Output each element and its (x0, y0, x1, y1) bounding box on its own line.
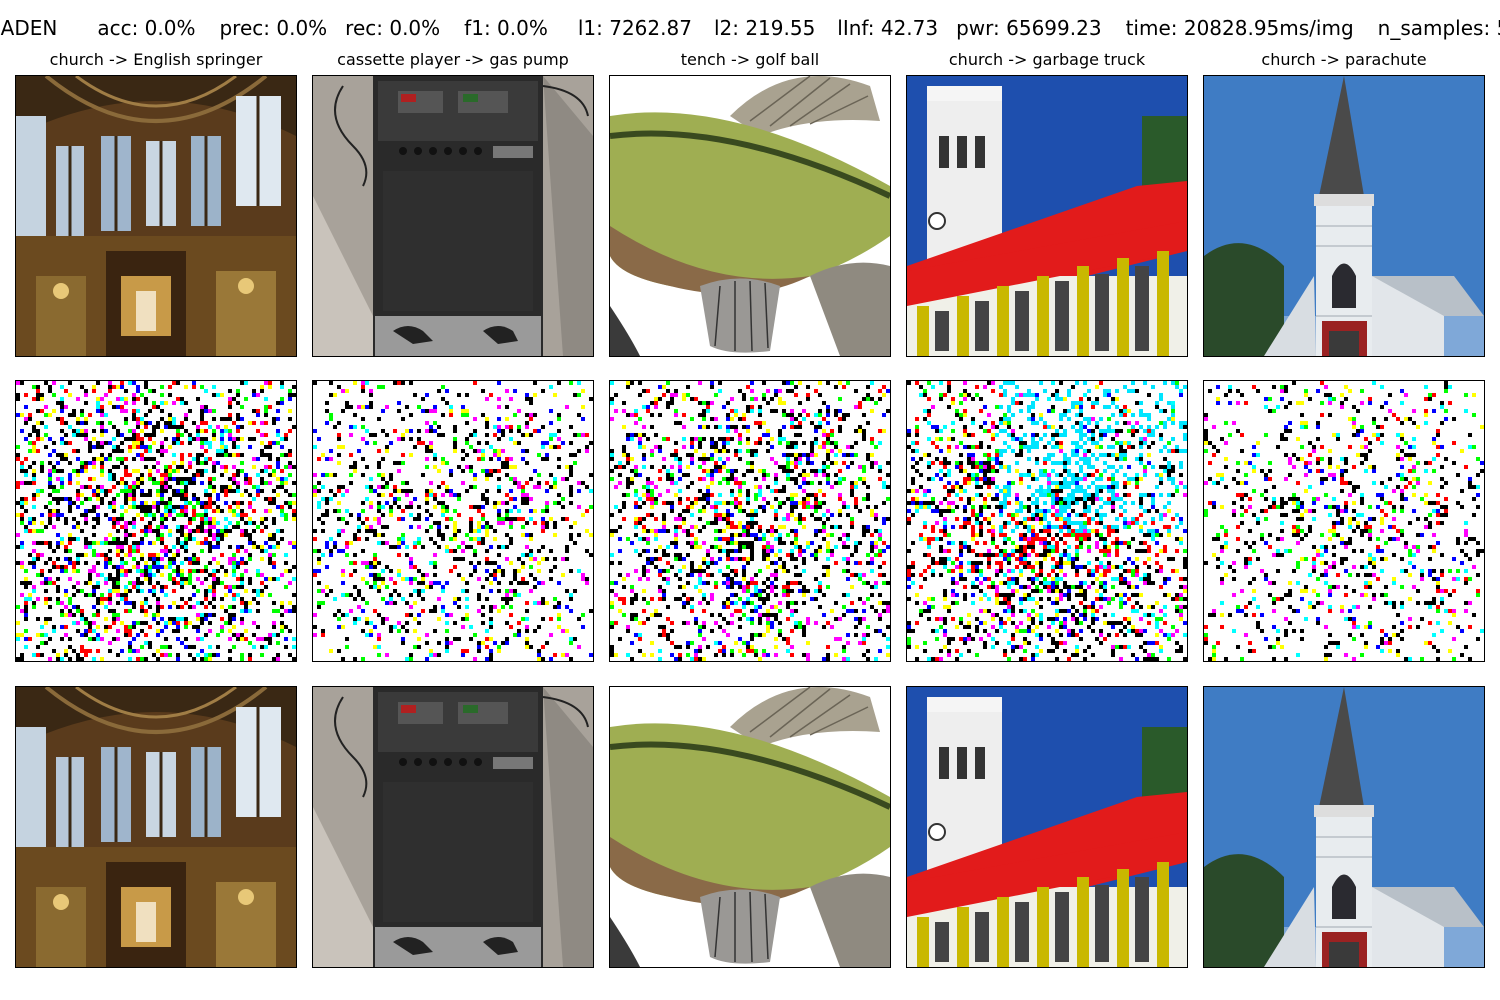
n-samples-metric: n_samples: 55 (1377, 16, 1500, 40)
column-title: church -> parachute (1261, 50, 1427, 69)
perturbation-church-steeple-image (1203, 380, 1485, 662)
column-title: cassette player -> gas pump (337, 50, 569, 69)
f1-metric: f1: 0.0% (464, 16, 548, 40)
power-metric: pwr: 65699.23 (956, 16, 1102, 40)
attack-method-name: EADEN (0, 16, 58, 40)
time-metric: time: 20828.95ms/img (1125, 16, 1354, 40)
precision-metric: prec: 0.0% (219, 16, 328, 40)
adversarial-church-interior-image (15, 686, 297, 968)
l2-metric: l2: 219.55 (713, 16, 816, 40)
metrics-header: EADEN acc: 0.0% prec: 0.0% rec: 0.0% f1: 0.0… (0, 12, 1500, 48)
perturbation-cassette-player-image (312, 380, 594, 662)
original-tench-fish-image (609, 75, 891, 357)
figure-canvas: EADEN acc: 0.0% prec: 0.0% rec: 0.0% f1: 0.0… (0, 0, 1500, 1000)
original-church-red-roof-image (906, 75, 1188, 357)
perturbation-tench-fish-image (609, 380, 891, 662)
recall-metric: rec: 0.0% (345, 16, 441, 40)
perturbation-church-red-roof-image (906, 380, 1188, 662)
perturbation-church-interior-image (15, 380, 297, 662)
accuracy-metric: acc: 0.0% (97, 16, 196, 40)
column-title: tench -> golf ball (680, 50, 820, 69)
adversarial-tench-fish-image (609, 686, 891, 968)
column-title: church -> garbage truck (948, 50, 1146, 69)
original-church-interior-image (15, 75, 297, 357)
column-title: church -> English springer (49, 50, 263, 69)
original-church-steeple-image (1203, 75, 1485, 357)
original-cassette-player-image (312, 75, 594, 357)
adversarial-church-red-roof-image (906, 686, 1188, 968)
adversarial-church-steeple-image (1203, 686, 1485, 968)
adversarial-cassette-player-image (312, 686, 594, 968)
l1-metric: l1: 7262.87 (577, 16, 692, 40)
linf-metric: lInf: 42.73 (837, 16, 939, 40)
